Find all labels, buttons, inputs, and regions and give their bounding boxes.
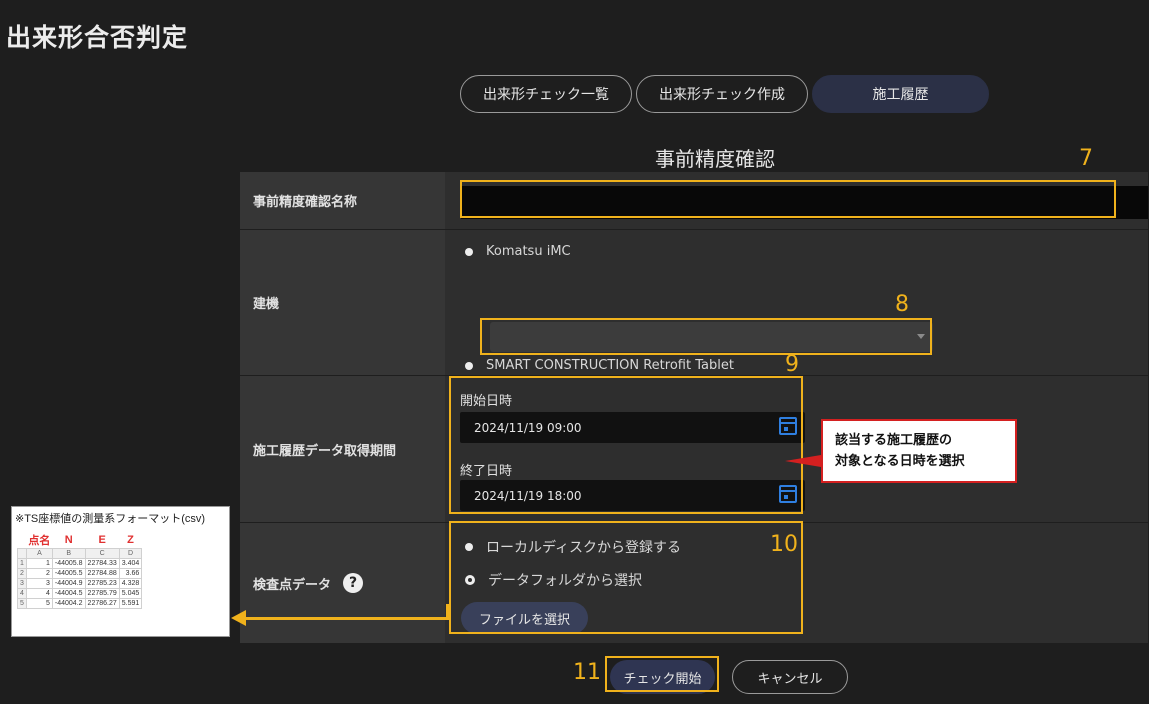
csv-col: A bbox=[25, 548, 53, 559]
csv-cell: 22784.33 bbox=[84, 558, 120, 569]
annotation-9: 9 bbox=[785, 352, 799, 377]
csv-cell: 4 bbox=[17, 588, 27, 599]
csv-cell: 5 bbox=[17, 598, 27, 609]
csv-col: C bbox=[84, 548, 120, 559]
callout-line-2: 対象となる日時を選択 bbox=[835, 454, 965, 469]
help-icon[interactable]: ? bbox=[343, 573, 364, 593]
csv-cell: -44004.9 bbox=[51, 578, 86, 589]
csv-header: N bbox=[64, 534, 73, 546]
csv-row: 4 4 -44004.5 22785.79 5.045 bbox=[17, 588, 143, 599]
annotation-11: 11 bbox=[573, 660, 601, 685]
callout-box: 該当する施工履歴の 対象となる日時を選択 bbox=[821, 419, 1017, 483]
csv-cell: 4.328 bbox=[118, 578, 143, 589]
csv-header: Z bbox=[127, 534, 134, 546]
annotation-8: 8 bbox=[895, 292, 909, 317]
csv-col: B bbox=[51, 548, 86, 559]
csv-cell: 3 bbox=[25, 578, 53, 589]
csv-format-sample: ※TS座標値の測量系フォーマット(csv) 点名 N E Z A B C D 1… bbox=[11, 506, 230, 637]
csv-header: E bbox=[98, 534, 106, 546]
arrow-left-icon bbox=[231, 610, 246, 626]
csv-row: 5 5 -44004.2 22786.27 5.591 bbox=[17, 598, 143, 609]
highlight-11 bbox=[605, 656, 719, 692]
app-title: 出来形合否判定 bbox=[6, 23, 189, 52]
csv-cell: -44005.8 bbox=[51, 558, 86, 569]
csv-cell: 3.404 bbox=[118, 558, 143, 569]
tab-create-check[interactable]: 出来形チェック作成 bbox=[636, 75, 808, 113]
csv-cell: 22784.88 bbox=[84, 568, 120, 579]
csv-cell: 22785.23 bbox=[84, 578, 120, 589]
csv-cell: 5.045 bbox=[118, 588, 143, 599]
panel-title: 事前精度確認 bbox=[655, 147, 775, 171]
csv-cell: 2 bbox=[17, 568, 27, 579]
cancel-button[interactable]: キャンセル bbox=[732, 660, 848, 694]
radio-retrofit-label: SMART CONSTRUCTION Retrofit Tablet bbox=[486, 358, 734, 373]
period-label: 施工履歴データ取得期間 bbox=[240, 376, 445, 522]
csv-cell: -44004.2 bbox=[51, 598, 86, 609]
radio-komatsu-label: Komatsu iMC bbox=[486, 244, 571, 259]
csv-row: 3 3 -44004.9 22785.23 4.328 bbox=[17, 578, 143, 589]
radio-icon bbox=[465, 361, 473, 370]
csv-row: 2 2 -44005.5 22784.88 3.66 bbox=[17, 568, 143, 579]
csv-cell: 1 bbox=[25, 558, 53, 569]
tab-construction-history[interactable]: 施工履歴 bbox=[812, 75, 989, 113]
csv-cell: 22785.79 bbox=[84, 588, 120, 599]
radio-komatsu[interactable]: Komatsu iMC bbox=[465, 244, 571, 259]
csv-caption: ※TS座標値の測量系フォーマット(csv) bbox=[15, 513, 206, 525]
radio-retrofit[interactable]: SMART CONSTRUCTION Retrofit Tablet bbox=[465, 358, 734, 373]
csv-cell: 1 bbox=[17, 558, 27, 569]
csv-col: D bbox=[118, 548, 143, 559]
highlight-8 bbox=[480, 318, 932, 355]
csv-cell: 5.591 bbox=[118, 598, 143, 609]
csv-row: 1 1 -44005.8 22784.33 3.404 bbox=[17, 558, 143, 569]
csv-cell: 5 bbox=[25, 598, 53, 609]
annotation-10: 10 bbox=[770, 532, 798, 557]
csv-cell: -44005.5 bbox=[51, 568, 86, 579]
csv-cell: 22786.27 bbox=[84, 598, 120, 609]
tab-bar: 出来形チェック一覧 出来形チェック作成 施工履歴 bbox=[460, 75, 989, 113]
highlight-7 bbox=[460, 180, 1116, 218]
highlight-10 bbox=[449, 521, 803, 634]
callout-pointer bbox=[785, 455, 821, 467]
csv-cell: -44004.5 bbox=[51, 588, 86, 599]
csv-cell: 3.66 bbox=[118, 568, 143, 579]
highlight-9 bbox=[449, 376, 803, 514]
csv-cell: 3 bbox=[17, 578, 27, 589]
machine-label: 建機 bbox=[240, 230, 445, 375]
arrow-line bbox=[244, 617, 449, 620]
annotation-7: 7 bbox=[1079, 146, 1093, 171]
callout-line-1: 該当する施工履歴の bbox=[835, 433, 953, 448]
csv-cell: 2 bbox=[25, 568, 53, 579]
csv-table: 点名 N E Z A B C D 1 1 -44005.8 22784.33 3… bbox=[17, 532, 143, 609]
csv-header: 点名 bbox=[28, 535, 51, 547]
checkpoint-label: 検査点データ bbox=[253, 577, 332, 593]
tab-checklist[interactable]: 出来形チェック一覧 bbox=[460, 75, 632, 113]
name-label: 事前精度確認名称 bbox=[240, 172, 445, 229]
radio-icon bbox=[465, 247, 473, 256]
checkpoint-label-cell: 検査点データ ? bbox=[240, 523, 445, 643]
csv-cell: 4 bbox=[25, 588, 53, 599]
